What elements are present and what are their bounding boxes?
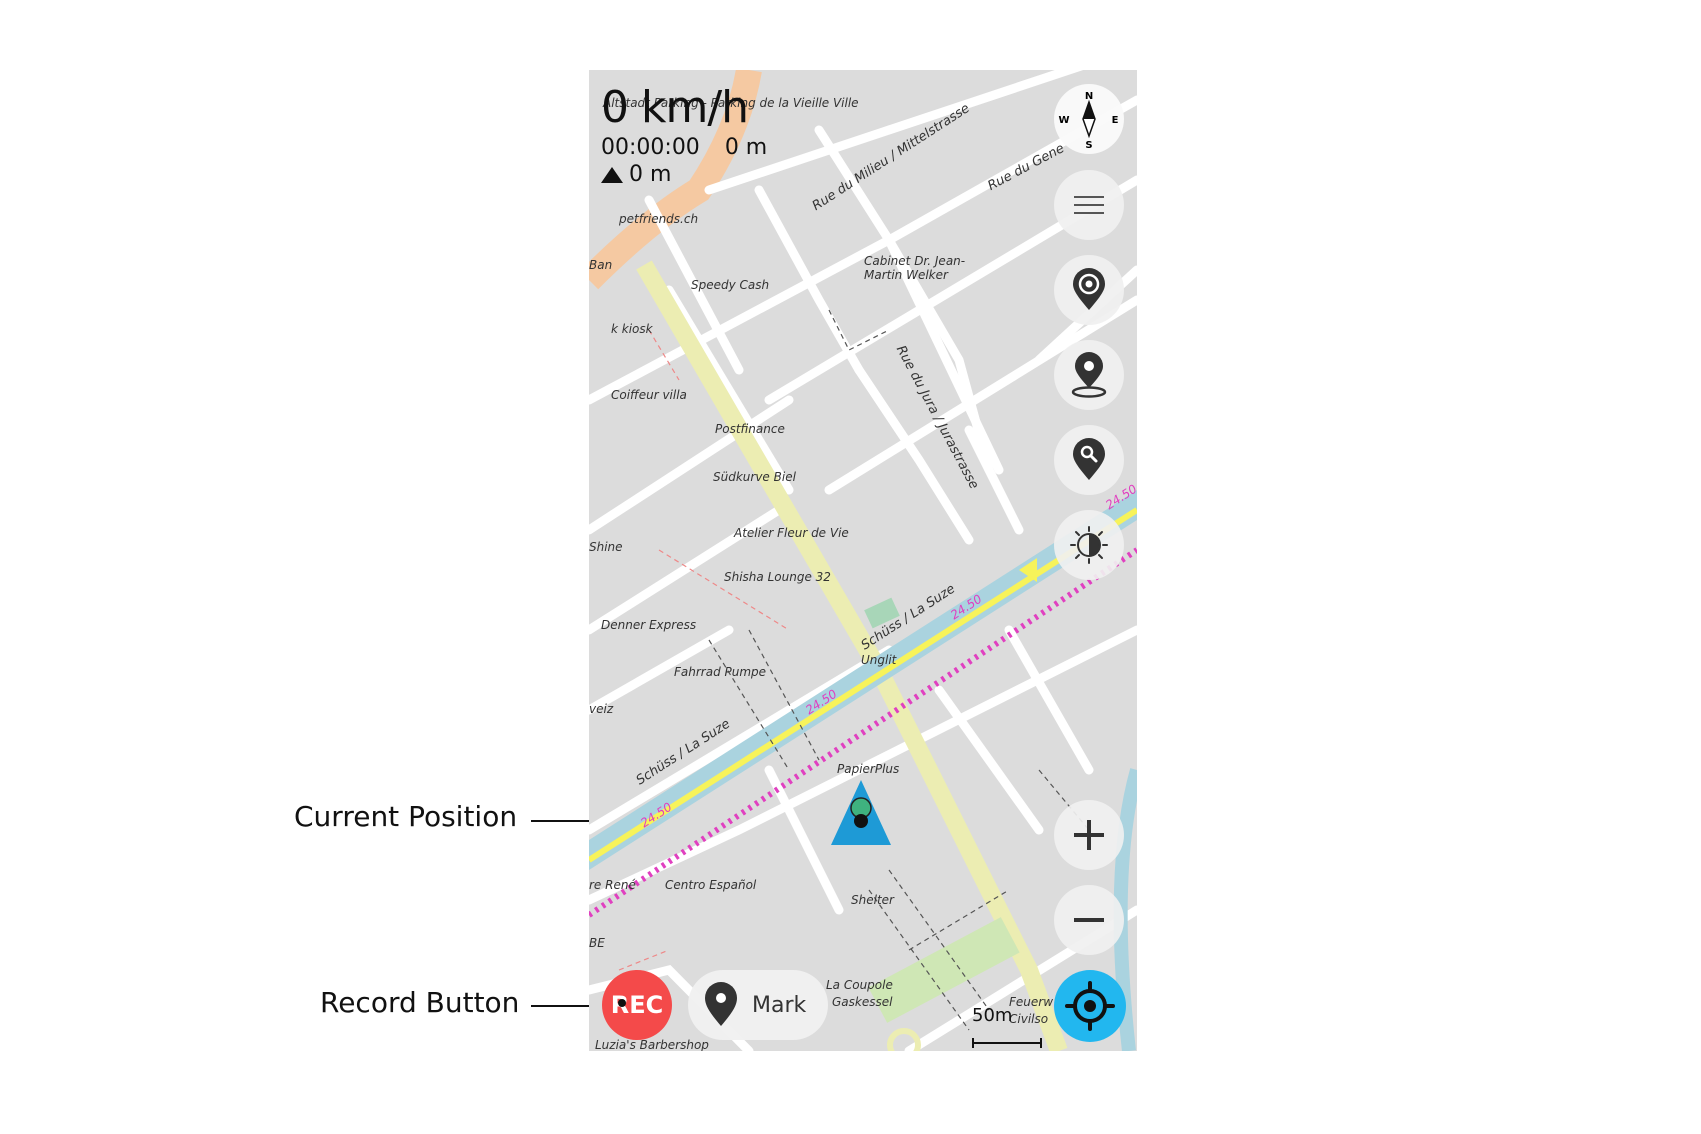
elapsed-time: 00:00:00 [601,135,700,160]
menu-button[interactable] [1054,170,1124,240]
map-label-la-coupole: La Coupole [826,978,893,992]
zoom-out-button[interactable] [1054,885,1124,955]
crosshair-icon [1065,981,1115,1031]
map-label-centro: Centro Español [665,878,757,892]
hamburger-menu-icon [1074,196,1104,214]
trip-stats-hud: 0 km/h 00:00:00 0 m 0 m [601,84,785,188]
map-label-cabinet: Cabinet Dr. Jean-Martin Welker [864,254,966,282]
current-position-callout-dot [854,814,868,828]
brightness-button[interactable] [1054,510,1124,580]
compass-n: N [1085,91,1093,102]
map-label-postfinance: Postfinance [715,422,785,436]
compass-icon: N S E W [1058,91,1119,150]
map-label-coiffeur: Coiffeur villa [611,388,687,402]
map-label-shelter: Shelter [851,893,894,907]
map-label-atelier: Atelier Fleur de Vie [734,526,849,540]
map-label-gaskessel: Gaskessel [832,995,893,1009]
pin-search-icon [1073,438,1105,480]
map-label-sudkurve: Südkurve Biel [713,470,796,484]
minus-icon [1074,918,1104,922]
map-label-shisha: Shisha Lounge 32 [724,570,831,584]
speed-readout: 0 km/h [601,82,749,133]
pin-icon [705,982,737,1026]
mountain-icon [601,167,623,183]
map-label-ban: Ban [589,258,613,272]
pin-target-icon [1073,268,1105,310]
record-button-callout-dot [618,999,626,1007]
map-label-feuerw: Feuerw [1009,995,1054,1009]
map-screen: Altstadt Parking - Parking de la Vieille… [589,70,1137,1051]
compass-button[interactable]: N S E W [1054,84,1124,154]
map-label-petfriends: petfriends.ch [619,212,699,226]
current-position-callout: Current Position [294,800,518,833]
scale-label: 50m [972,1005,1013,1026]
mark-button-label: Mark [752,992,807,1018]
record-button-callout: Record Button [320,986,520,1019]
map-label-veiz: veiz [589,702,614,716]
record-button[interactable]: REC [602,970,672,1040]
place-pin-button[interactable] [1054,340,1124,410]
map-label-denner: Denner Express [601,618,697,632]
zoom-in-button[interactable] [1054,800,1124,870]
map-label-papierplus: PapierPlus [837,762,900,776]
altitude-row: 0 m [601,162,785,188]
map-label-shine: Shine [589,540,623,554]
map-label-speedy-cash: Speedy Cash [691,278,770,292]
scale-bar [972,1038,1042,1048]
compass-w: W [1058,115,1069,126]
search-pin-button[interactable] [1054,425,1124,495]
trip-distance: 0 m [724,135,768,160]
map-label-luzia: Luzia's Barbershop [595,1038,709,1051]
plus-icon [1074,820,1104,850]
map-label-fahrrad: Fahrrad Pumpe [674,665,767,679]
compass-e: E [1112,115,1119,126]
mark-button[interactable]: Mark [688,970,828,1040]
map-label-be: BE [589,936,605,950]
map-label-unglit: Unglit [861,653,897,667]
locate-me-button[interactable] [1054,970,1126,1042]
altitude-value: 0 m [629,162,672,187]
map-label-rene: re René [589,878,636,892]
pin-location-icon [1071,352,1107,398]
brightness-icon [1070,526,1108,564]
map-label-civilso: Civilso [1009,1012,1049,1026]
compass-s: S [1085,140,1092,150]
trip-stats-row: 00:00:00 0 m [601,134,785,162]
waypoint-target-button[interactable] [1054,255,1124,325]
map-label-k-kiosk: k kiosk [611,322,653,336]
